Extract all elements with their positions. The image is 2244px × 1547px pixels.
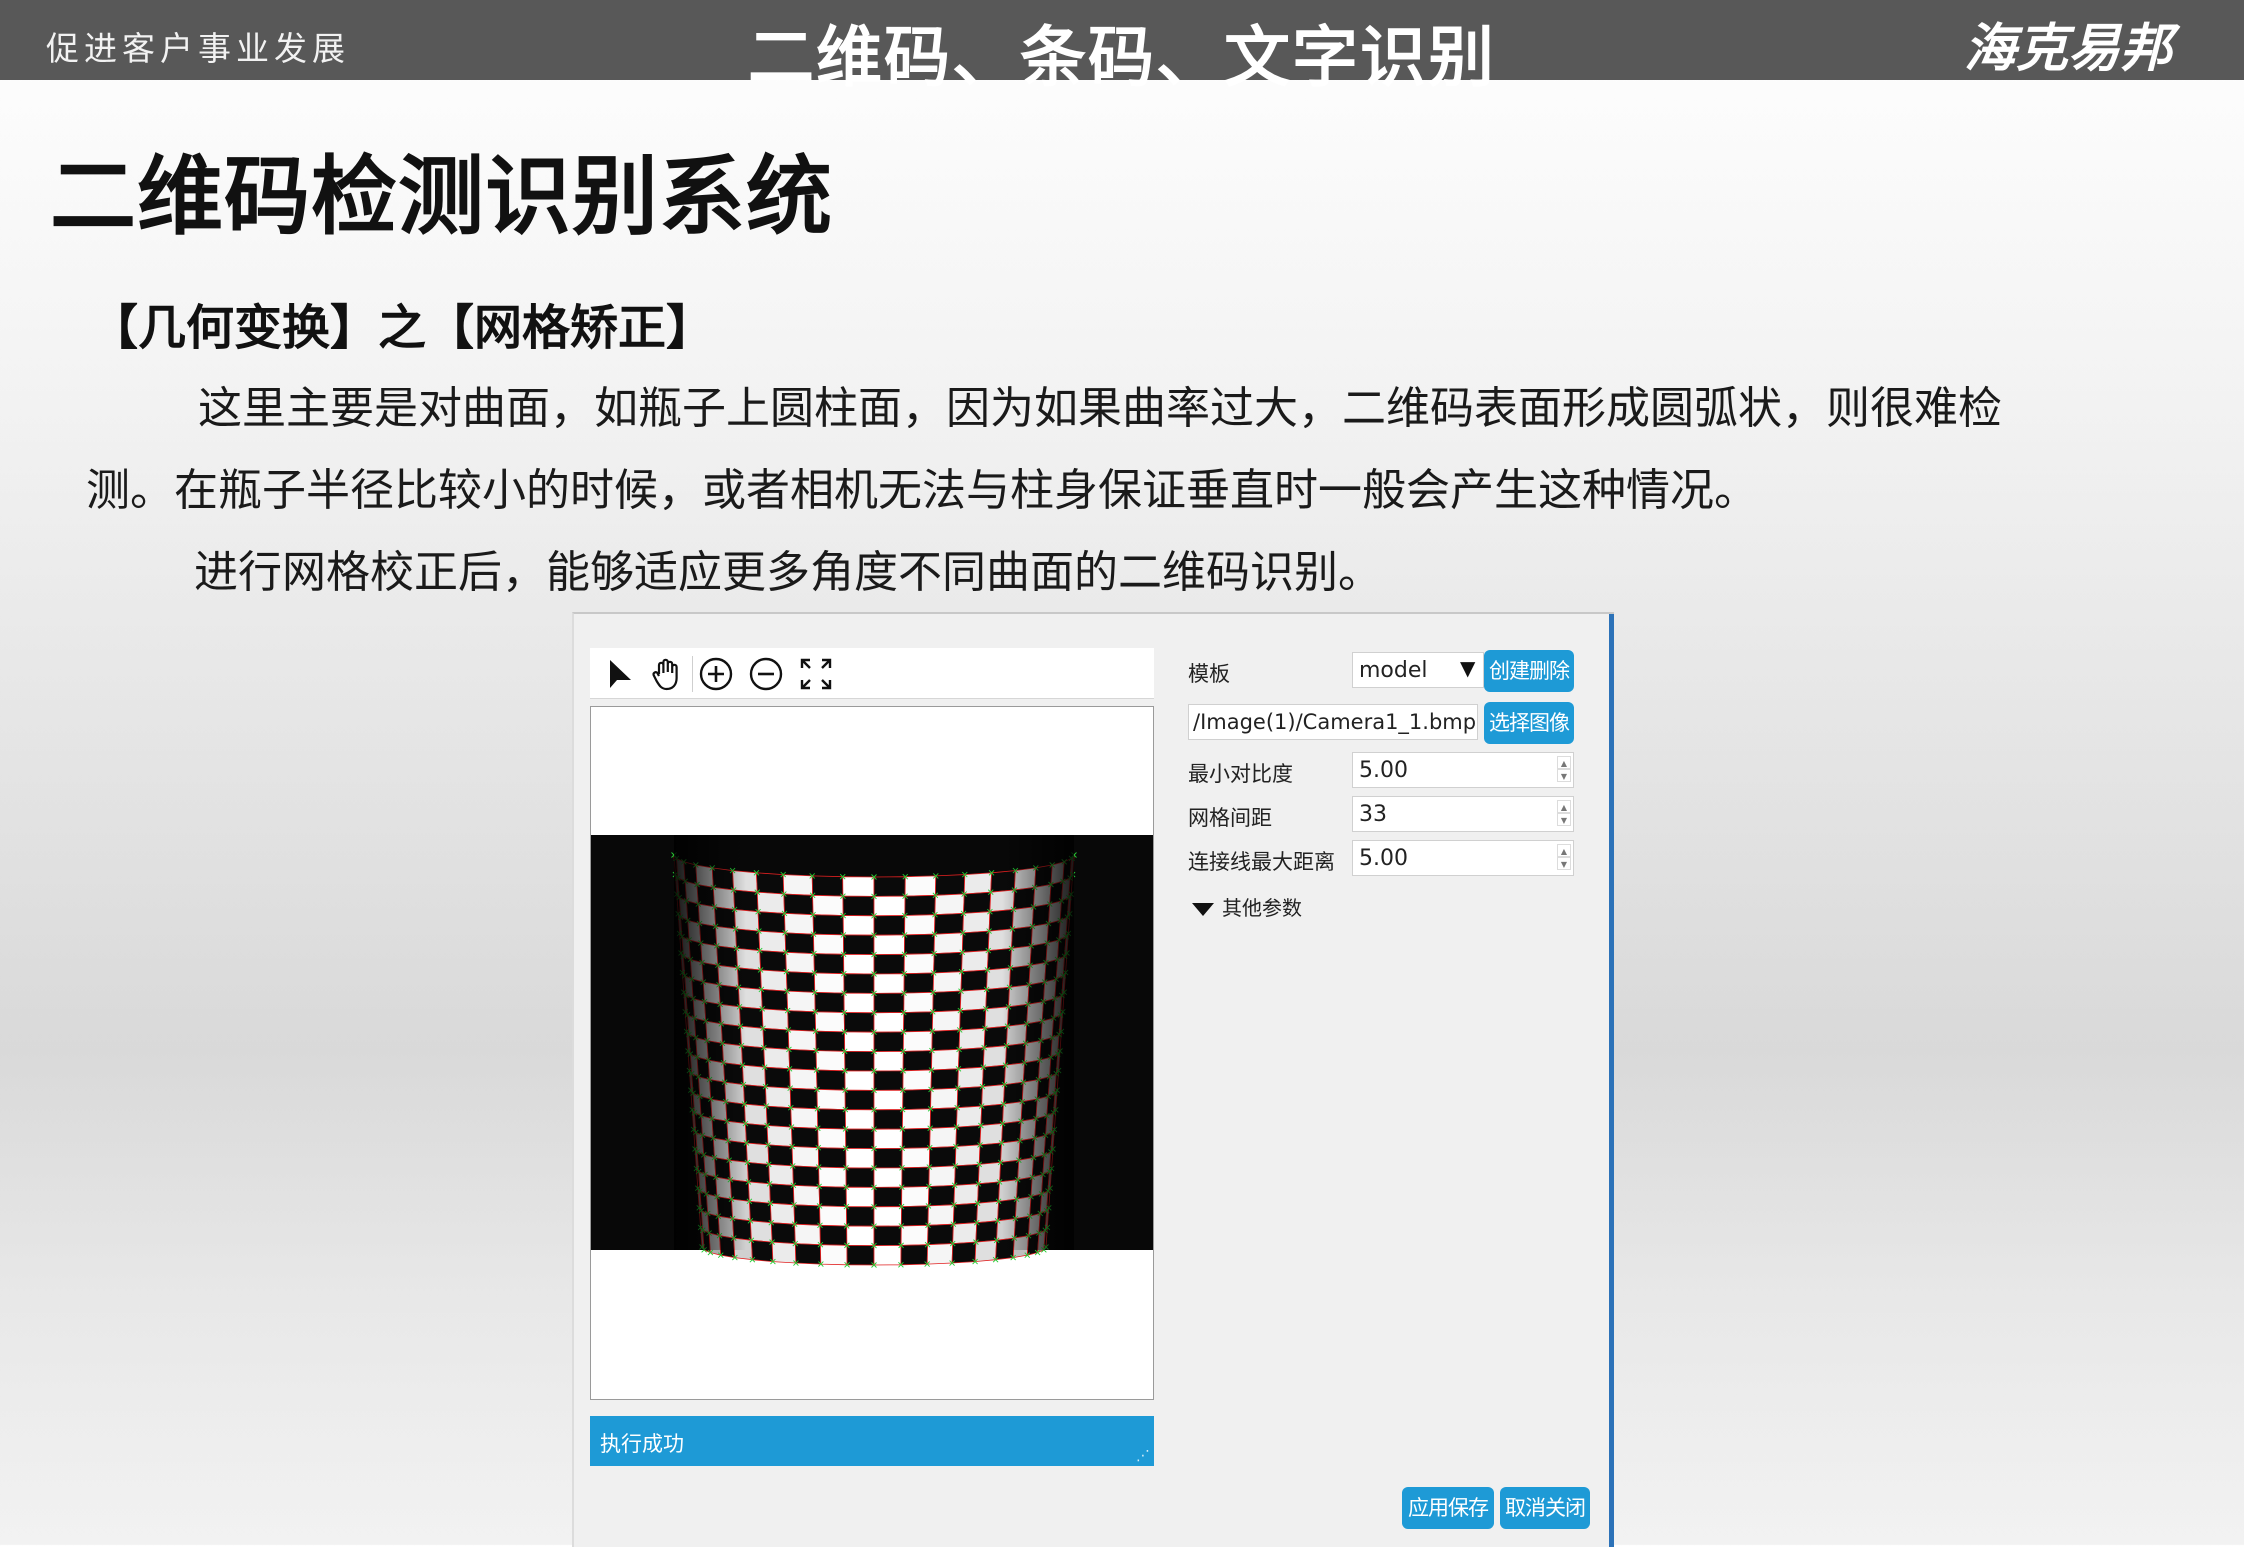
select-image-button[interactable]: 选择图像 bbox=[1484, 702, 1574, 744]
expand-triangle-icon bbox=[1192, 903, 1214, 916]
min-contrast-value: 5.00 bbox=[1359, 758, 1408, 783]
status-bar: 执行成功 ⋰ bbox=[590, 1416, 1154, 1466]
fit-screen-icon[interactable] bbox=[798, 656, 834, 692]
window-border bbox=[1609, 614, 1614, 1547]
dropdown-arrow-icon[interactable]: ▼ bbox=[1460, 656, 1475, 680]
resize-grip-icon[interactable]: ⋰ bbox=[1136, 1448, 1150, 1464]
grid-rectification-window: 执行成功 ⋰ 模板 model ▼ 创建删除 /Image(1)/Camera1… bbox=[572, 612, 1614, 1547]
min-contrast-label: 最小对比度 bbox=[1188, 762, 1293, 786]
pointer-icon[interactable] bbox=[602, 656, 638, 692]
create-button[interactable]: 创建 bbox=[1489, 659, 1530, 683]
paragraph-2: 进行网格校正后，能够适应更多角度不同曲面的二维码识别。 bbox=[194, 547, 1382, 598]
max-link-distance-spinner[interactable]: ▲ ▼ bbox=[1557, 844, 1571, 872]
template-select-value: model bbox=[1359, 658, 1428, 683]
page-title: 二维码检测识别系统 bbox=[50, 147, 833, 247]
hand-icon[interactable] bbox=[648, 656, 684, 692]
zoom-in-icon[interactable] bbox=[698, 656, 734, 692]
paragraph-1-line-2: 测。在瓶子半径比较小的时候，或者相机无法与柱身保证垂直时一般会产生这种情况。 bbox=[86, 465, 1758, 516]
max-link-distance-value: 5.00 bbox=[1359, 846, 1408, 871]
image-canvas[interactable] bbox=[590, 706, 1154, 1400]
other-params-toggle[interactable]: 其他参数 bbox=[1192, 892, 1302, 921]
min-contrast-input[interactable]: 5.00 ▲ ▼ bbox=[1352, 752, 1574, 788]
brand-logo: 海克易邦 bbox=[1963, 19, 2172, 79]
grid-spacing-label: 网格间距 bbox=[1188, 806, 1272, 830]
cancel-close-button[interactable]: 取消关闭 bbox=[1500, 1487, 1590, 1529]
image-path-value: /Image(1)/Camera1_1.bmp bbox=[1193, 710, 1477, 734]
zoom-out-icon[interactable] bbox=[748, 656, 784, 692]
header-bar: 促进客户事业发展 二维码、条码、文字识别 海克易邦 bbox=[0, 0, 2244, 96]
other-params-label: 其他参数 bbox=[1222, 896, 1302, 920]
max-link-distance-label: 连接线最大距离 bbox=[1188, 850, 1335, 874]
min-contrast-spinner[interactable]: ▲ ▼ bbox=[1557, 756, 1571, 784]
apply-save-button[interactable]: 应用保存 bbox=[1402, 1487, 1494, 1529]
header-title: 二维码、条码、文字识别 bbox=[748, 19, 1496, 96]
create-delete-buttons: 创建删除 bbox=[1484, 650, 1574, 692]
section-title: 【几何变换】之【网格矫正】 bbox=[90, 300, 715, 356]
image-toolbar bbox=[590, 648, 1154, 699]
calibration-board-image bbox=[591, 835, 1153, 1268]
toolbar-separator bbox=[692, 656, 693, 692]
grid-spacing-input[interactable]: 33 ▲ ▼ bbox=[1352, 796, 1574, 832]
paragraph-1-line-1: 这里主要是对曲面，如瓶子上圆柱面，因为如果曲率过大，二维码表面形成圆弧状，则很难… bbox=[198, 383, 2002, 434]
delete-button[interactable]: 删除 bbox=[1529, 659, 1570, 683]
max-link-distance-input[interactable]: 5.00 ▲ ▼ bbox=[1352, 840, 1574, 876]
edge-shading bbox=[674, 835, 1074, 1250]
template-label: 模板 bbox=[1188, 662, 1230, 686]
grid-spacing-spinner[interactable]: ▲ ▼ bbox=[1557, 800, 1571, 828]
status-text: 执行成功 bbox=[600, 1432, 684, 1456]
image-path-field[interactable]: /Image(1)/Camera1_1.bmp bbox=[1188, 704, 1478, 740]
grid-spacing-value: 33 bbox=[1359, 802, 1387, 827]
